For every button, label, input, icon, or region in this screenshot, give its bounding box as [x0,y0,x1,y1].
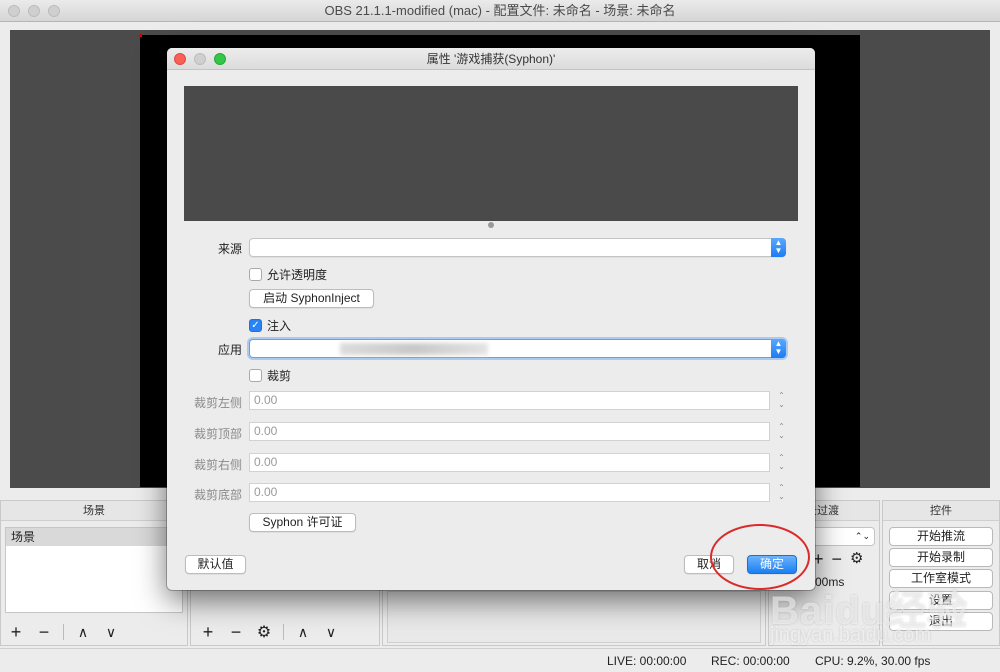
crop-left-label: 裁剪左侧 [193,396,242,410]
crop-right-stepper[interactable]: ⌃ ⌄ [776,453,787,472]
allow-transparency-checkbox[interactable]: 允许透明度 [249,266,327,283]
source-toolbar: + − ⚙ ∧ ∨ [199,621,340,643]
window-titlebar: OBS 21.1.1-modified (mac) - 配置文件: 未命名 - … [0,0,1000,22]
add-scene-icon[interactable]: + [7,622,25,643]
start-streaming-button[interactable]: 开始推流 [889,527,993,546]
crop-bottom-stepper[interactable]: ⌃ ⌄ [776,483,787,502]
checkbox-box[interactable] [249,369,262,382]
minimize-icon[interactable] [28,5,40,17]
transition-select[interactable]: ⌃⌄ [807,527,875,546]
app-value-blurred [340,343,488,355]
dialog-titlebar: 属性 '游戏捕获(Syphon)' [167,48,815,70]
scenes-dock-title: 场景 [1,501,187,521]
cpu-status: CPU: 9.2%, 30.00 fps [815,654,931,668]
move-up-icon[interactable]: ∧ [74,624,92,641]
checkbox-box[interactable] [249,268,262,281]
select-arrows-icon: ▲ ▼ [771,238,786,257]
remove-scene-icon[interactable]: − [35,622,53,643]
live-status: LIVE: 00:00:00 [607,654,687,668]
syphon-license-button[interactable]: Syphon 许可证 [249,513,356,532]
crop-checkbox[interactable]: 裁剪 [249,367,291,384]
allow-transparency-label: 允许透明度 [267,268,328,282]
preview-resize-handle[interactable] [488,222,494,228]
close-icon[interactable] [174,53,186,65]
controls-dock-title: 控件 [883,501,999,521]
move-down-icon[interactable]: ∨ [322,624,340,641]
minimize-icon[interactable] [194,53,206,65]
crop-left-field[interactable]: 0.00 [249,391,770,410]
launch-syphoninject-button[interactable]: 启动 SyphonInject [249,289,374,308]
toolbar-divider [63,624,64,640]
inject-checkbox[interactable]: ✓ 注入 [249,317,291,334]
app-select[interactable]: ▲ ▼ [249,339,786,358]
zoom-icon[interactable] [214,53,226,65]
source-label: 来源 [217,242,242,256]
properties-dialog: 属性 '游戏捕获(Syphon)' 来源 ▲ ▼ 允许透明度 启动 SyphonI… [167,48,815,590]
toolbar-divider [283,624,284,640]
gear-icon[interactable]: ⚙ [850,549,863,570]
crop-right-label: 裁剪右侧 [193,458,242,472]
crop-bottom-field[interactable]: 0.00 [249,483,770,502]
source-handle[interactable] [139,34,142,37]
crop-top-stepper[interactable]: ⌃ ⌄ [776,422,787,441]
defaults-button[interactable]: 默认值 [185,555,246,574]
close-icon[interactable] [8,5,20,17]
app-label: 应用 [217,343,242,357]
inject-label: 注入 [267,319,292,333]
dialog-title: 属性 '游戏捕获(Syphon)' [426,52,556,66]
rec-status: REC: 00:00:00 [711,654,790,668]
status-bar: LIVE: 00:00:00 REC: 00:00:00 CPU: 9.2%, … [0,648,1000,672]
crop-label: 裁剪 [267,369,292,383]
baidu-watermark-url: jingyan.baidu.com [770,624,932,646]
dialog-preview [184,86,798,221]
scene-list[interactable]: 场景 [5,527,183,613]
crop-top-field[interactable]: 0.00 [249,422,770,441]
zoom-icon[interactable] [48,5,60,17]
move-down-icon[interactable]: ∨ [102,624,120,641]
move-up-icon[interactable]: ∧ [294,624,312,641]
source-select[interactable]: ▲ ▼ [249,238,786,257]
scene-toolbar: + − ∧ ∨ [7,621,120,643]
remove-transition-icon[interactable]: − [832,549,843,570]
crop-bottom-label: 裁剪底部 [193,488,242,502]
crop-top-label: 裁剪顶部 [193,427,242,441]
scenes-dock: 场景 场景 + − ∧ ∨ [0,500,188,646]
mixer-panel [387,591,761,643]
select-arrows-icon: ▲ ▼ [771,339,786,358]
crop-right-field[interactable]: 0.00 [249,453,770,472]
crop-left-stepper[interactable]: ⌃ ⌄ [776,391,787,410]
scene-list-item[interactable]: 场景 [6,528,182,546]
gear-icon[interactable]: ⚙ [255,622,273,642]
add-source-icon[interactable]: + [199,622,217,643]
start-recording-button[interactable]: 开始录制 [889,548,993,567]
window-title: OBS 21.1.1-modified (mac) - 配置文件: 未命名 - … [324,3,676,18]
transition-toolbar: + − ⚙ [813,549,863,570]
remove-source-icon[interactable]: − [227,622,245,643]
checkmark-icon[interactable]: ✓ [249,319,262,332]
